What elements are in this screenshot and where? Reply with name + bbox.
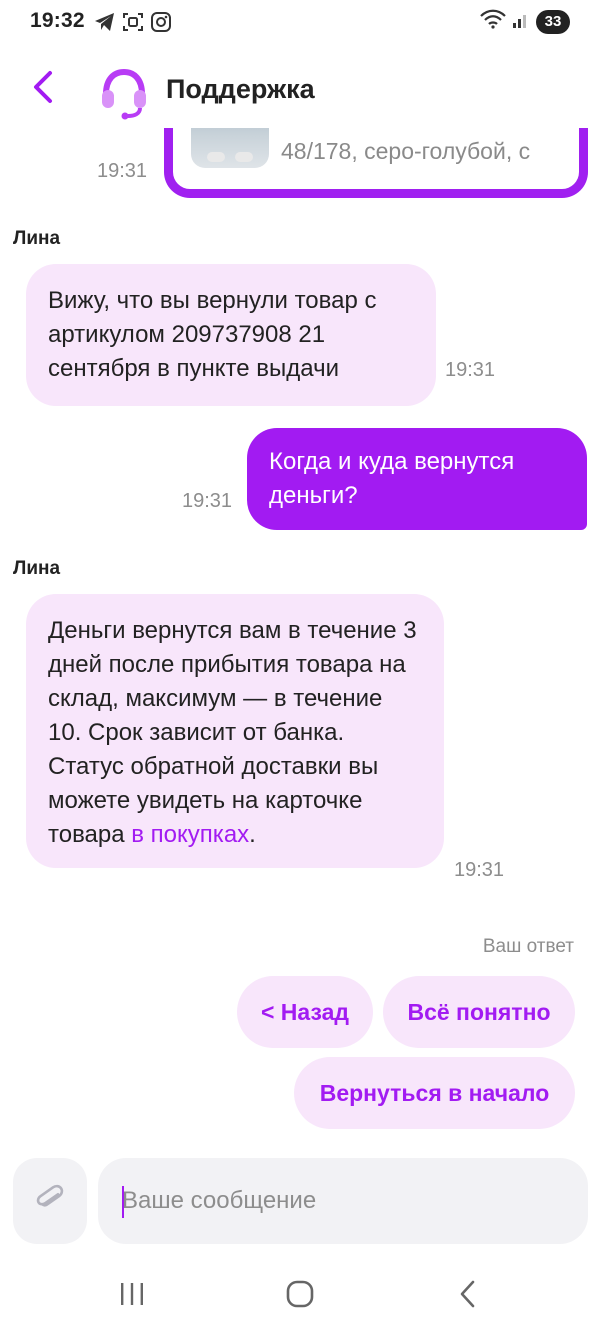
home-icon [285,1279,315,1314]
message-time: 19:31 [445,359,496,381]
product-image [191,128,269,168]
wifi-icon [480,9,506,34]
page-title: Поддержка [166,74,315,104]
chat-header: Поддержка [0,56,600,128]
message-time: 19:31 [182,490,233,512]
chat-messages[interactable]: 19:31 · 48/178, серо-голубой, с Лина Виж… [0,128,600,1138]
message-time: 19:31 [97,160,148,182]
incoming-message-bubble: Деньги вернутся вам в течение 3 дней пос… [26,594,444,868]
attach-button[interactable] [13,1158,87,1244]
message-text: Вижу, что вы вернули товар с артикулом 2… [48,287,377,382]
reply-label: Ваш ответ [482,936,574,957]
back-reply-button[interactable]: < Назад [237,976,373,1048]
sender-name: Лина [13,228,61,249]
understood-reply-button[interactable]: Всё понятно [383,976,575,1048]
back-button[interactable] [20,66,66,112]
home-button[interactable] [270,1276,330,1316]
sender-name: Лина [13,558,61,579]
message-text-end: . [249,821,256,848]
telegram-icon [94,12,116,37]
purchases-link[interactable]: в покупках [131,821,249,848]
screenshot-icon [122,11,144,38]
system-navigation-bar [0,1262,600,1332]
recent-apps-icon [118,1281,146,1312]
status-bar: 19:32 33 [0,0,600,44]
incoming-message-bubble: Вижу, что вы вернули товар с артикулом 2… [26,264,436,406]
paperclip-icon [33,1182,67,1221]
battery-icon: 33 [536,9,570,34]
signal-icon [512,9,530,34]
system-icons: 33 [480,9,570,34]
product-card[interactable]: · 48/178, серо-голубой, с [164,128,588,198]
message-text: Деньги вернутся вам в течение 3 дней пос… [48,617,417,848]
product-description: 48/178, серо-голубой, с [281,138,531,164]
support-headset-icon [96,64,152,120]
recent-apps-button[interactable] [102,1276,162,1316]
restart-reply-button[interactable]: Вернуться в начало [294,1057,575,1129]
message-text: Когда и куда вернутся деньги? [269,448,515,509]
instagram-icon [150,11,172,38]
status-time: 19:32 [30,9,85,32]
outgoing-message-bubble: Когда и куда вернутся деньги? [247,428,587,530]
message-input[interactable] [98,1158,588,1244]
system-back-button[interactable] [438,1276,498,1316]
product-bullet: · [287,128,293,135]
chevron-left-icon [31,70,55,109]
message-time: 19:31 [454,859,505,881]
text-caret [122,1186,124,1218]
notification-icons [94,11,172,38]
system-back-icon [458,1279,478,1314]
